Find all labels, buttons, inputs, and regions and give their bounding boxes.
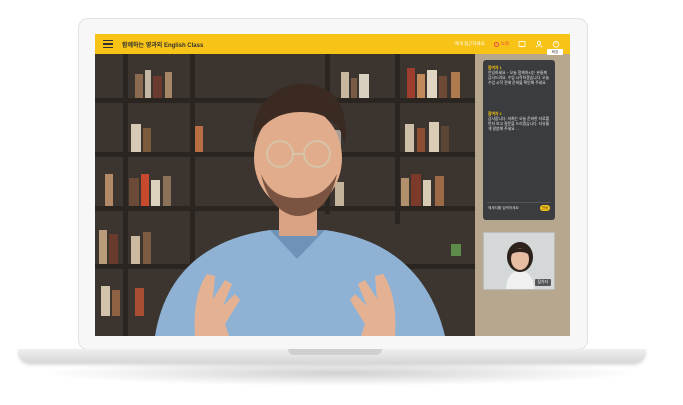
participant-name: 참가자 — [534, 279, 551, 286]
status-text: 에게 접근하세요 — [454, 41, 485, 46]
screen-share-icon[interactable] — [518, 40, 526, 48]
user-icon[interactable] — [535, 40, 543, 48]
chat-panel: 참여자 1 안녕하세요 ~ 오늘 함께하시는 분들께 감사드려요. 수업 시작하… — [483, 60, 555, 220]
send-button[interactable]: 전송 — [540, 205, 550, 211]
hamburger-menu-icon[interactable] — [103, 40, 113, 48]
chat-input-placeholder: 메세지를 입력하세요 — [488, 206, 519, 210]
laptop-shadow — [40, 360, 640, 386]
app-title: 함께하는 영과외 English Class — [122, 42, 204, 49]
power-icon[interactable] — [552, 40, 560, 48]
record-button[interactable]: 녹화 — [493, 41, 509, 47]
record-icon — [493, 41, 499, 47]
chat-message: 참여자 2 감사합니다. 저희는 오늘 준비한 자료를 먼저 보고 질문을 드리… — [488, 112, 550, 132]
chat-message-text: 감사합니다. 저희는 오늘 준비한 자료를 먼저 보고 질문을 드리겠습니다. … — [488, 117, 550, 131]
chat-input[interactable]: 메세지를 입력하세요 전송 — [487, 202, 551, 215]
laptop-notch — [288, 349, 382, 355]
app-screen: 참여자 1 안녕하세요 ~ 오늘 함께하시는 분들께 감사드려요. 수업 시작하… — [95, 34, 570, 336]
top-bar: 함께하는 영과외 English Class 에게 접근하세요 녹화 퇴장 — [95, 34, 570, 55]
exit-button[interactable]: 퇴장 — [547, 49, 563, 55]
chat-message-text: 안녕하세요 ~ 오늘 함께하시는 분들께 감사드려요. 수업 시작하겠습니다. … — [488, 71, 550, 85]
participant-video[interactable]: 참가자 — [483, 232, 555, 290]
main-video: 참여자 1 안녕하세요 ~ 오늘 함께하시는 분들께 감사드려요. 수업 시작하… — [95, 54, 570, 336]
record-label: 녹화 — [500, 41, 509, 46]
chat-message: 참여자 1 안녕하세요 ~ 오늘 함께하시는 분들께 감사드려요. 수업 시작하… — [488, 66, 550, 86]
